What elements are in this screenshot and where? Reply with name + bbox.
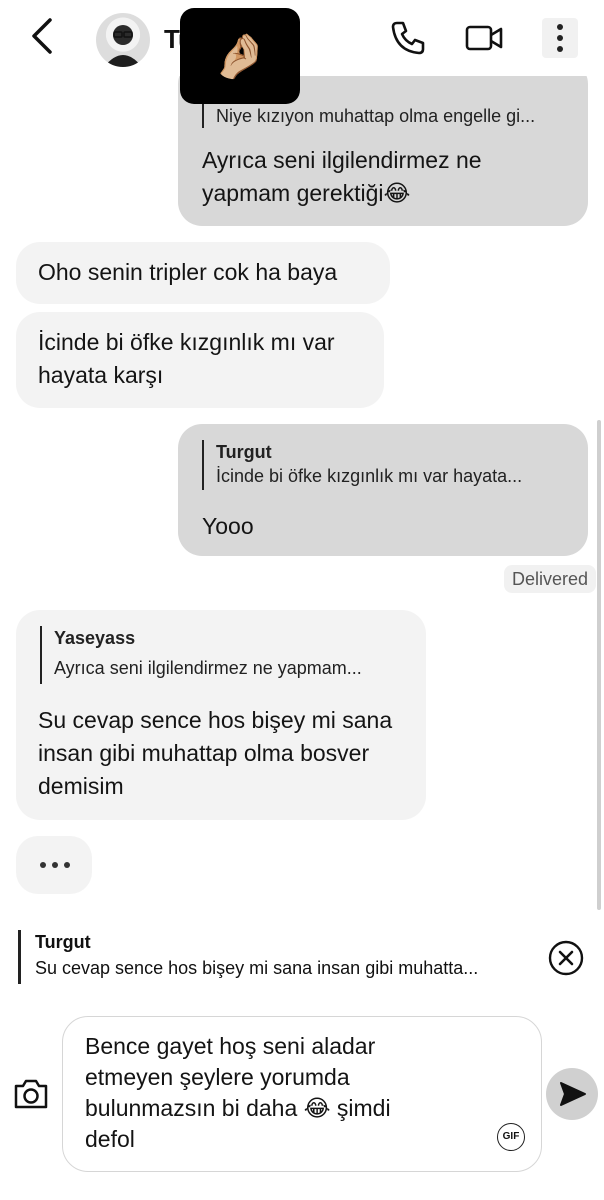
- reply-reference-name: Turgut: [216, 442, 272, 462]
- reply-reference: Yaseyass Ayrıca seni ilgilendirmez ne ya…: [40, 626, 362, 684]
- message-input-text[interactable]: Bence gayet hoş seni aladar etmeyen şeyl…: [85, 1031, 445, 1155]
- typing-dot: [64, 862, 70, 868]
- outgoing-message[interactable]: Turgut İcinde bi öfke kızgınlık mı var h…: [178, 424, 588, 556]
- video-camera-icon: [465, 25, 503, 51]
- message-text: Su cevap sence hos bişey mi sana insan g…: [38, 707, 393, 799]
- more-vertical-icon: [557, 24, 563, 30]
- phone-icon: [391, 21, 425, 55]
- call-button[interactable]: [388, 18, 428, 58]
- message-text: Oho senin tripler cok ha baya: [38, 259, 338, 285]
- camera-button[interactable]: [12, 1076, 50, 1112]
- message-text: İcinde bi öfke kızgınlık mı var hayata k…: [38, 329, 335, 388]
- scrollbar[interactable]: [597, 420, 601, 910]
- video-call-button[interactable]: [464, 20, 504, 56]
- cancel-reply-button[interactable]: [548, 940, 584, 976]
- hand-gesture-sticker[interactable]: 🤌🏼: [180, 8, 300, 104]
- typing-dot: [52, 862, 58, 868]
- camera-icon: [14, 1079, 48, 1109]
- reply-preview-text: Su cevap sence hos bişey mi sana insan g…: [35, 958, 479, 978]
- gif-button[interactable]: GIF: [497, 1123, 525, 1151]
- delivered-status: Delivered: [504, 565, 597, 593]
- send-button[interactable]: [546, 1068, 598, 1120]
- close-icon: [548, 940, 584, 976]
- reply-preview: Turgut Su cevap sence hos bişey mi sana …: [18, 930, 478, 984]
- message-text: Ayrıca seni ilgilendirmez ne yapmam gere…: [202, 147, 482, 206]
- typing-indicator: [16, 836, 92, 894]
- reply-reference: Niye kızıyon muhattap olma engelle gi...: [202, 104, 535, 128]
- message-input[interactable]: Bence gayet hoş seni aladar etmeyen şeyl…: [62, 1016, 542, 1172]
- chat-header: Tu: [0, 0, 604, 76]
- back-arrow-icon: [32, 18, 52, 54]
- avatar[interactable]: [96, 13, 150, 67]
- back-button[interactable]: [26, 16, 62, 56]
- reply-reference-name: Yaseyass: [54, 628, 136, 648]
- reply-preview-name: Turgut: [35, 932, 91, 952]
- message-text: Yooo: [202, 513, 254, 539]
- incoming-message[interactable]: İcinde bi öfke kızgınlık mı var hayata k…: [16, 312, 384, 408]
- typing-dot: [40, 862, 46, 868]
- incoming-message[interactable]: Oho senin tripler cok ha baya: [16, 242, 390, 304]
- send-icon: [560, 1082, 586, 1106]
- more-options-button[interactable]: [542, 18, 578, 58]
- reply-reference-text: Niye kızıyon muhattap olma engelle gi...: [216, 106, 536, 126]
- reply-reference-text: İcinde bi öfke kızgınlık mı var hayata..…: [216, 466, 523, 486]
- reply-reference-text: Ayrıca seni ilgilendirmez ne yapmam...: [54, 658, 362, 678]
- reply-reference: Turgut İcinde bi öfke kızgınlık mı var h…: [202, 440, 522, 490]
- incoming-message[interactable]: Yaseyass Ayrıca seni ilgilendirmez ne ya…: [16, 610, 426, 820]
